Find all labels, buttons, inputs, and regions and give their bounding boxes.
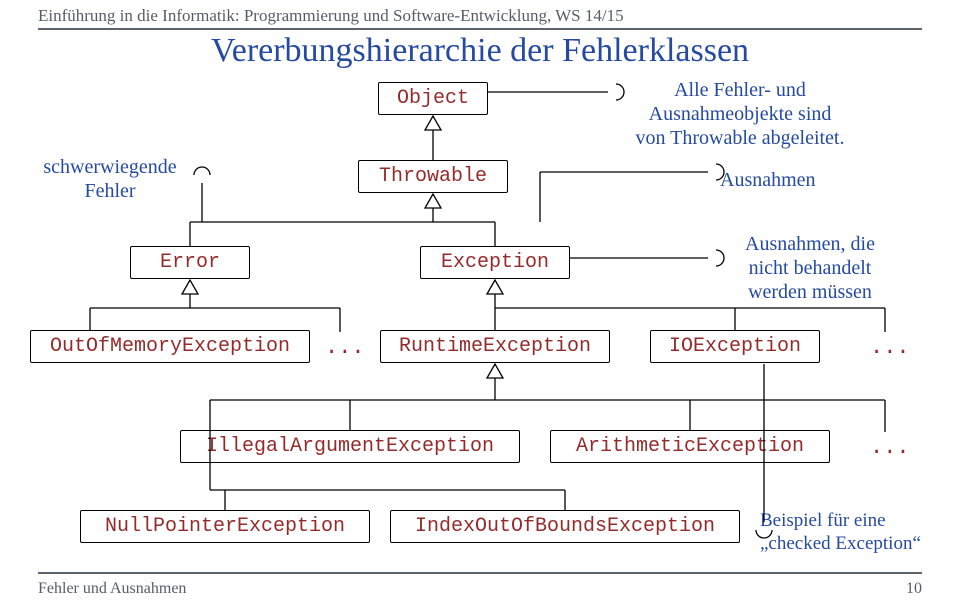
class-box-throwable: Throwable: [358, 160, 508, 193]
class-box-ioexception: IOException: [650, 330, 820, 363]
class-box-indexoob: IndexOutOfBoundsException: [390, 510, 740, 543]
footer-rule: [38, 572, 922, 574]
note-ausnahmen: Ausnahmen: [720, 168, 816, 192]
note-checked: Beispiel für eine „checked Exception“: [760, 510, 940, 556]
page-number: 10: [906, 580, 922, 598]
note-unchecked: Ausnahmen, die nicht behandelt werden mü…: [720, 232, 900, 304]
note-line: Beispiel für eine: [760, 510, 886, 531]
note-line: Ausnahmen, die: [745, 233, 875, 255]
note-line: nicht behandelt: [749, 257, 872, 279]
ellipsis-error: ...: [325, 335, 365, 360]
slide: Einführung in die Informatik: Programmie…: [0, 0, 960, 606]
note-line: Fehler: [84, 180, 135, 202]
ellipsis-exception: ...: [870, 335, 910, 360]
footer-topic: Fehler und Ausnahmen: [38, 580, 186, 598]
class-box-nullpointer: NullPointerException: [80, 510, 370, 543]
class-box-arithmetic: ArithmeticException: [550, 430, 830, 463]
slide-title: Vererbungshierarchie der Fehlerklassen: [0, 32, 960, 70]
note-line: Alle Fehler- und: [674, 79, 806, 101]
class-box-runtime: RuntimeException: [380, 330, 610, 363]
note-line: „checked Exception“: [760, 533, 921, 554]
header-rule: [38, 28, 922, 30]
course-header: Einführung in die Informatik: Programmie…: [38, 6, 624, 26]
note-line: von Throwable abgeleitet.: [635, 127, 844, 149]
note-severe: schwerwiegende Fehler: [30, 155, 190, 203]
note-line: Ausnahmeobjekte sind: [649, 103, 832, 125]
note-line: werden müssen: [748, 281, 872, 303]
note-line: schwerwiegende: [43, 156, 176, 178]
class-box-error: Error: [130, 246, 250, 279]
class-box-exception: Exception: [420, 246, 570, 279]
class-box-object: Object: [378, 82, 488, 115]
ellipsis-runtime: ...: [870, 435, 910, 460]
class-box-illegalarg: IllegalArgumentException: [180, 430, 520, 463]
note-inherit: Alle Fehler- und Ausnahmeobjekte sind vo…: [620, 78, 860, 150]
class-box-outofmemory: OutOfMemoryException: [30, 330, 310, 363]
